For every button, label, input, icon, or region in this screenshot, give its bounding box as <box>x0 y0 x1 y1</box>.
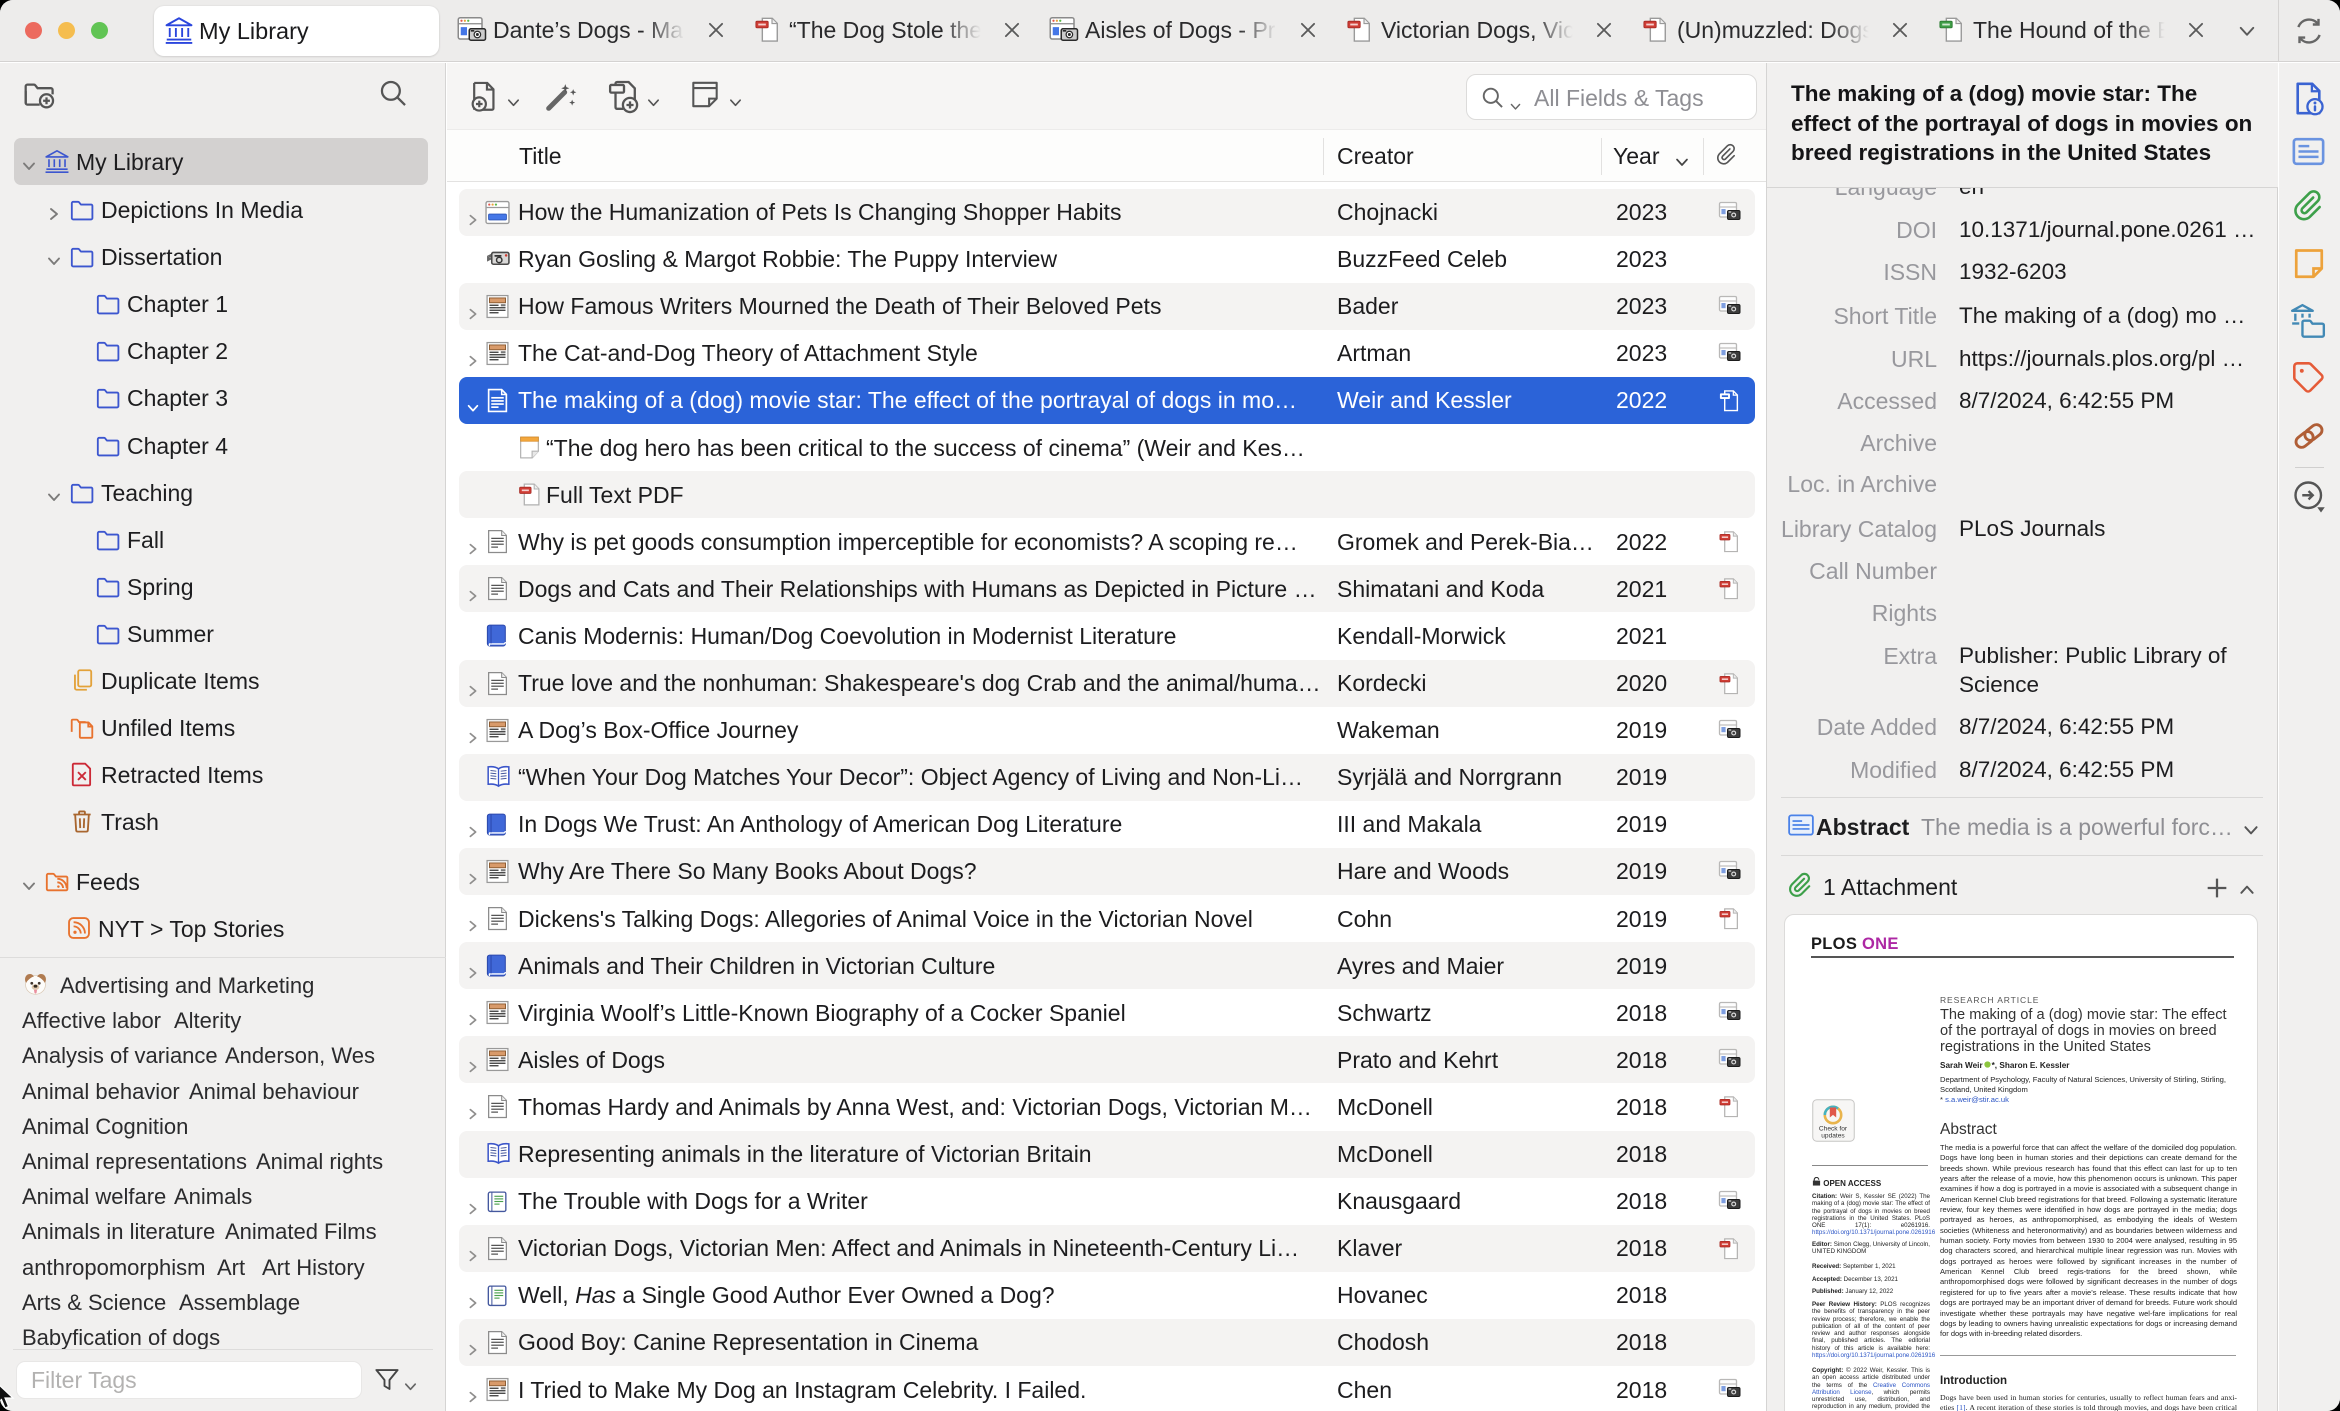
svg-text:Check for: Check for <box>1819 1126 1848 1133</box>
svg-text:updates: updates <box>1821 1133 1845 1140</box>
